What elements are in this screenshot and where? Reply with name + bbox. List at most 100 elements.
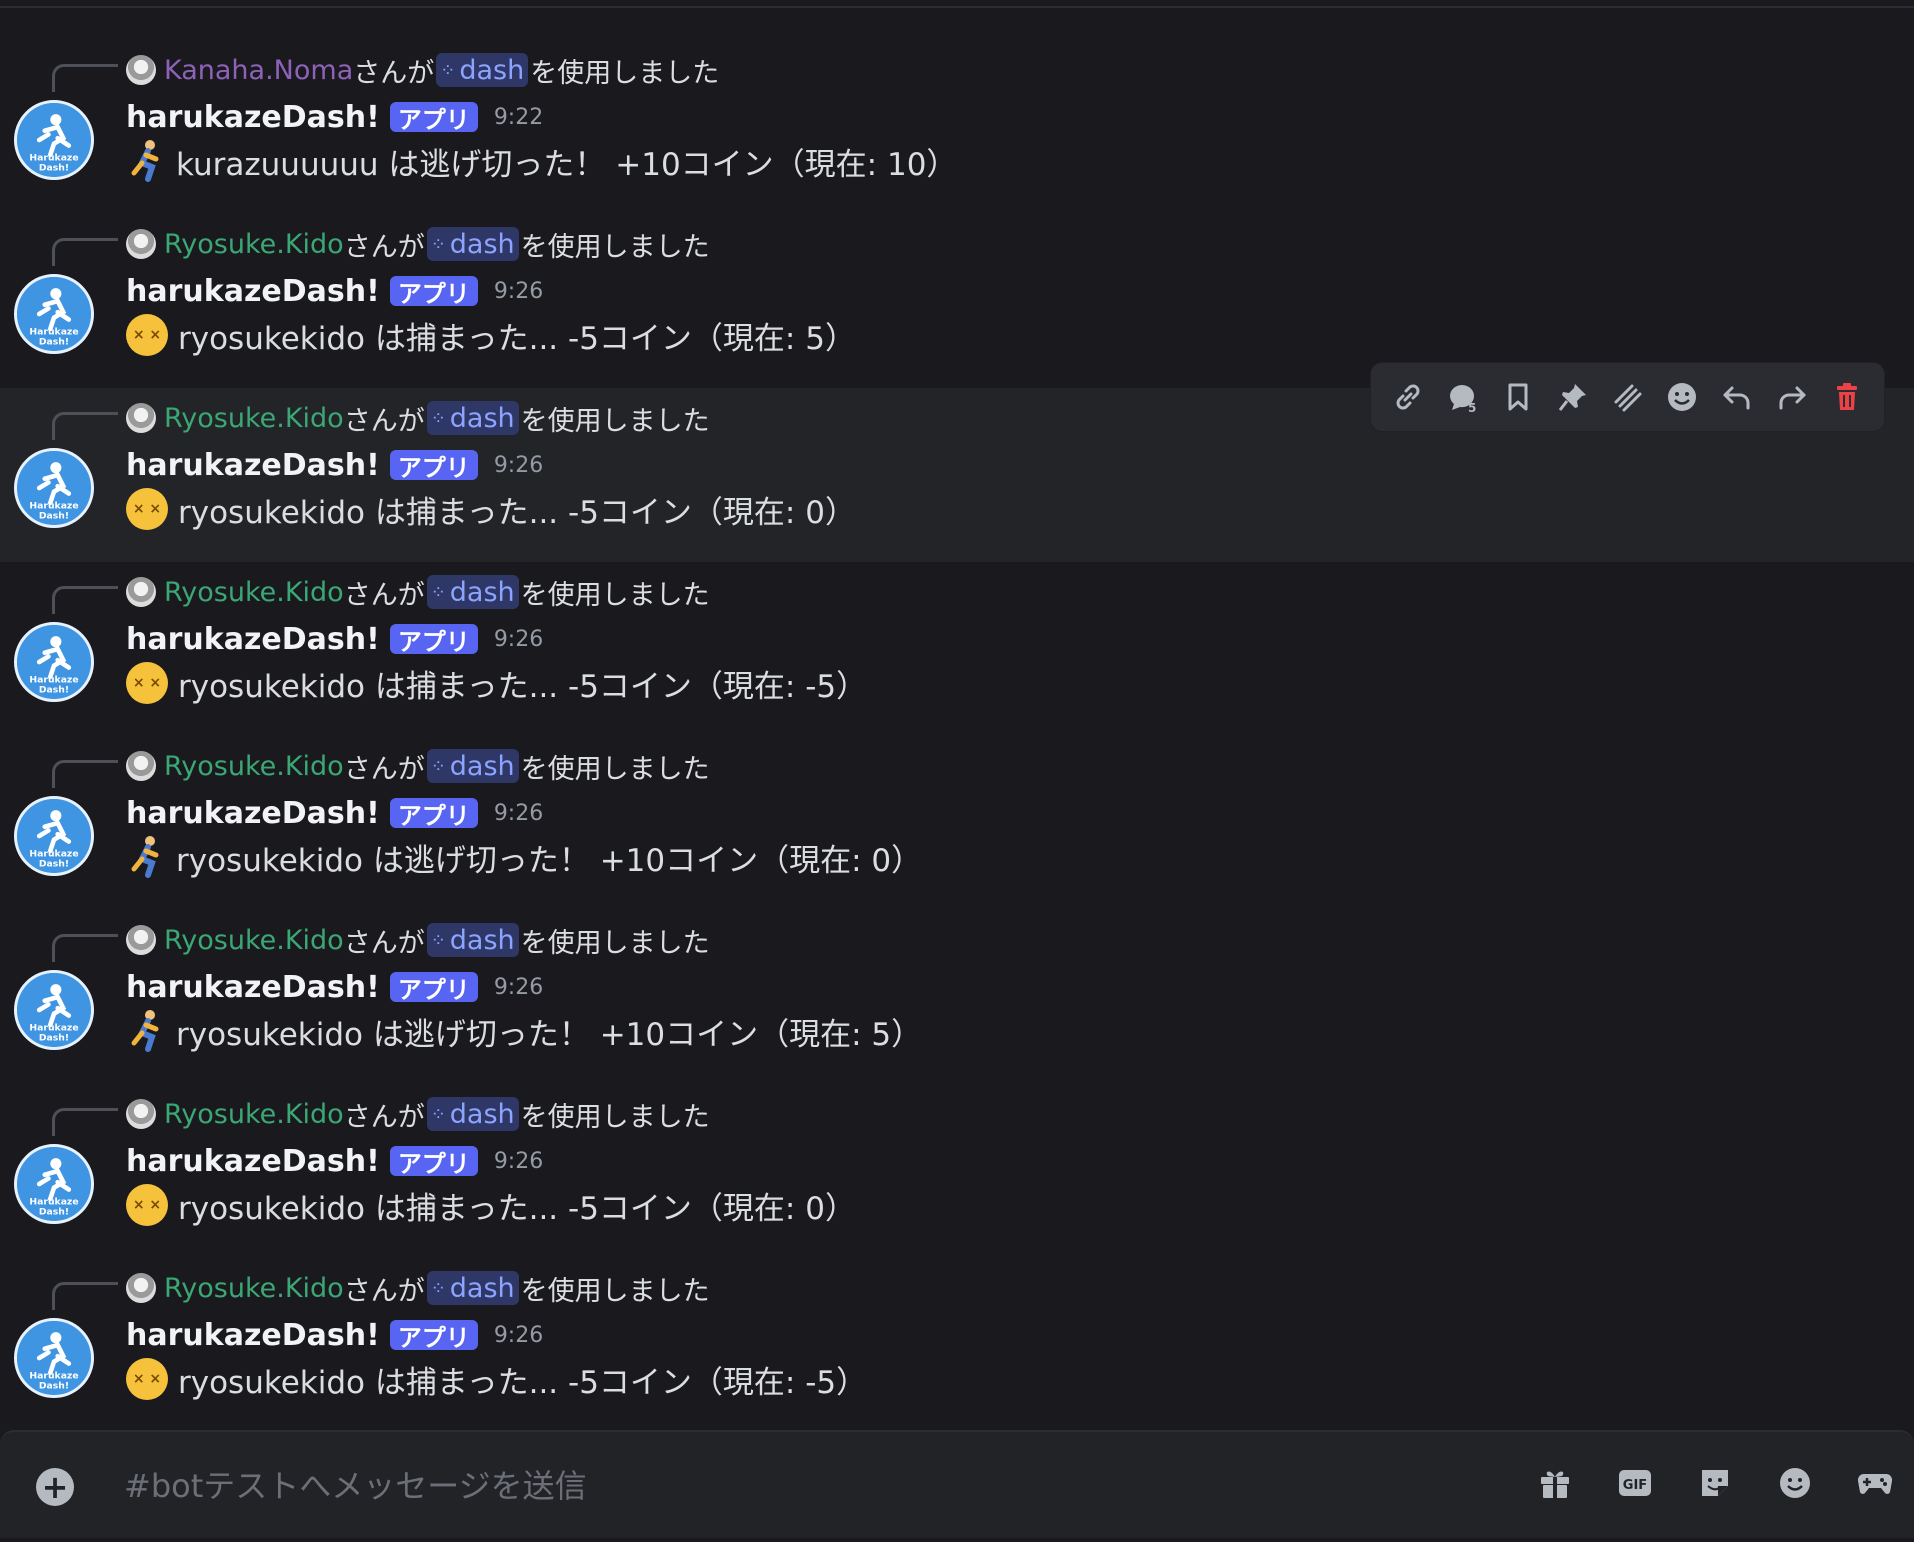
user-avatar-small[interactable]: [126, 229, 156, 259]
slash-command-mention[interactable]: ⁘ dash: [426, 575, 519, 609]
message-item[interactable]: Ryosuke.Kido さんが ⁘ dash を使用しました Harukaze D…: [0, 562, 1914, 736]
link-icon[interactable]: [1386, 375, 1430, 419]
thread-reply-icon[interactable]: 5: [1441, 375, 1485, 419]
reply-action: を使用しました: [520, 405, 710, 437]
message-header: harukazeDash! アプリ 9:22: [126, 95, 543, 139]
pin-icon[interactable]: [1551, 375, 1595, 419]
timestamp[interactable]: 9:26: [494, 975, 543, 1000]
user-avatar-small[interactable]: [126, 1099, 156, 1129]
reply-suffix: さんが: [343, 579, 425, 611]
emoji-picker-icon[interactable]: [1774, 1462, 1816, 1504]
delete-icon[interactable]: [1825, 375, 1869, 419]
reaction-icon[interactable]: [1660, 375, 1704, 419]
user-avatar-small[interactable]: [126, 751, 156, 781]
reply-suffix: さんが: [343, 231, 425, 263]
message-item[interactable]: Ryosuke.Kido さんが ⁘ dash を使用しました Harukaze D…: [0, 736, 1914, 910]
interaction-reference[interactable]: Ryosuke.Kido さんが ⁘ dash を使用しました: [126, 572, 710, 612]
upload-plus-button[interactable]: +: [36, 1468, 74, 1506]
timestamp[interactable]: 9:26: [494, 1323, 543, 1348]
bot-username[interactable]: harukazeDash!: [126, 970, 380, 1005]
slash-command-mention[interactable]: ⁘ dash: [426, 401, 519, 435]
bot-username[interactable]: harukazeDash!: [126, 796, 380, 831]
message-header: harukazeDash! アプリ 9:26: [126, 1139, 543, 1183]
user-avatar-small[interactable]: [126, 1273, 156, 1303]
reply-username[interactable]: Ryosuke.Kido: [164, 925, 344, 956]
reply-username[interactable]: Kanaha.Noma: [164, 55, 353, 86]
reply-username[interactable]: Ryosuke.Kido: [164, 1273, 344, 1304]
reply-connector: [52, 1282, 118, 1310]
bot-avatar[interactable]: Harukaze Dash!: [14, 796, 94, 876]
gif-button[interactable]: GIF: [1614, 1462, 1656, 1504]
interaction-reference[interactable]: Kanaha.Noma さんが ⁘ dash を使用しました: [126, 50, 719, 90]
reply-action: を使用しました: [530, 57, 720, 89]
message-content: × × ryosukekido は捕まった... -5コイン（現在: -5）: [126, 1355, 867, 1403]
app-badge: アプリ: [389, 102, 478, 134]
message-item[interactable]: Ryosuke.Kido さんが ⁘ dash を使用しました Harukaze D…: [0, 910, 1914, 1084]
bot-username[interactable]: harukazeDash!: [126, 622, 380, 657]
reply-username[interactable]: Ryosuke.Kido: [164, 403, 344, 434]
timestamp[interactable]: 9:26: [494, 801, 543, 826]
activities-controller-icon[interactable]: [1854, 1462, 1896, 1504]
timestamp[interactable]: 9:26: [494, 627, 543, 652]
timestamp[interactable]: 9:26: [494, 279, 543, 304]
timestamp[interactable]: 9:26: [494, 1149, 543, 1174]
interaction-reference[interactable]: Ryosuke.Kido さんが ⁘ dash を使用しました: [126, 224, 710, 264]
timestamp[interactable]: 9:26: [494, 453, 543, 478]
runner-emoji-icon: [131, 140, 159, 182]
bookmark-icon[interactable]: [1496, 375, 1540, 419]
sticker-icon[interactable]: [1694, 1462, 1736, 1504]
message-item[interactable]: Ryosuke.Kido さんが ⁘ dash を使用しました Harukaze D…: [0, 1084, 1914, 1258]
app-badge: アプリ: [389, 1146, 478, 1178]
slash-command-mention[interactable]: ⁘ dash: [426, 923, 519, 957]
user-avatar-small[interactable]: [126, 925, 156, 955]
bot-avatar[interactable]: Harukaze Dash!: [14, 274, 94, 354]
slash-command-mention[interactable]: ⁘ dash: [426, 227, 519, 261]
interaction-reference[interactable]: Ryosuke.Kido さんが ⁘ dash を使用しました: [126, 920, 710, 960]
interaction-reference[interactable]: Ryosuke.Kido さんが ⁘ dash を使用しました: [126, 1094, 710, 1134]
slash-command-mention[interactable]: ⁘ dash: [426, 749, 519, 783]
gift-icon[interactable]: [1534, 1462, 1576, 1504]
command-label: dash: [459, 54, 525, 86]
bot-username[interactable]: harukazeDash!: [126, 1144, 380, 1179]
slash-command-mention[interactable]: ⁘ dash: [426, 1097, 519, 1131]
app-command-icon: ⁘: [430, 407, 446, 429]
bot-username[interactable]: harukazeDash!: [126, 448, 380, 483]
bot-avatar[interactable]: Harukaze Dash!: [14, 448, 94, 528]
forward-icon[interactable]: [1770, 375, 1814, 419]
app-command-icon: ⁘: [430, 755, 446, 777]
app-command-icon: ⁘: [440, 59, 455, 81]
slash-command-mention[interactable]: ⁘ dash: [436, 53, 529, 87]
message-item[interactable]: Ryosuke.Kido さんが ⁘ dash を使用しました Harukaze D…: [0, 1258, 1914, 1432]
reply-username[interactable]: Ryosuke.Kido: [164, 577, 344, 608]
message-list[interactable]: Kanaha.Noma さんが ⁘ dash を使用しました Harukaze Da…: [0, 40, 1914, 1432]
message-item[interactable]: Kanaha.Noma さんが ⁘ dash を使用しました Harukaze Da…: [0, 40, 1914, 214]
message-text: ryosukekido は捕まった... -5コイン（現在: -5）: [178, 668, 868, 705]
message-text: kurazuuuuuu は逃げ切った！ +10コイン（現在: 10）: [176, 146, 958, 183]
bot-avatar[interactable]: Harukaze Dash!: [14, 622, 94, 702]
user-avatar-small[interactable]: [126, 403, 156, 433]
reply-username[interactable]: Ryosuke.Kido: [164, 229, 344, 260]
user-avatar-small[interactable]: [126, 577, 156, 607]
bot-avatar[interactable]: Harukaze Dash!: [14, 970, 94, 1050]
reply-connector: [52, 64, 118, 92]
interaction-reference[interactable]: Ryosuke.Kido さんが ⁘ dash を使用しました: [126, 1268, 710, 1308]
reply-username[interactable]: Ryosuke.Kido: [164, 751, 344, 782]
timestamp[interactable]: 9:22: [494, 105, 543, 130]
reply-icon[interactable]: [1715, 375, 1759, 419]
dizzy-face-emoji-icon: × ×: [126, 1184, 168, 1226]
interaction-reference[interactable]: Ryosuke.Kido さんが ⁘ dash を使用しました: [126, 398, 710, 438]
user-avatar-small[interactable]: [126, 55, 156, 85]
slash-command-mention[interactable]: ⁘ dash: [426, 1271, 519, 1305]
reply-suffix: さんが: [343, 927, 425, 959]
bot-avatar[interactable]: Harukaze Dash!: [14, 1144, 94, 1224]
bot-username[interactable]: harukazeDash!: [126, 274, 380, 309]
app-badge: アプリ: [389, 798, 478, 830]
message-input[interactable]: [124, 1458, 1474, 1514]
bot-username[interactable]: harukazeDash!: [126, 100, 380, 135]
bot-username[interactable]: harukazeDash!: [126, 1318, 380, 1353]
interaction-reference[interactable]: Ryosuke.Kido さんが ⁘ dash を使用しました: [126, 746, 710, 786]
mark-unread-icon[interactable]: [1605, 375, 1649, 419]
reply-username[interactable]: Ryosuke.Kido: [164, 1099, 344, 1130]
bot-avatar[interactable]: Harukaze Dash!: [14, 1318, 94, 1398]
bot-avatar[interactable]: Harukaze Dash!: [14, 100, 94, 180]
